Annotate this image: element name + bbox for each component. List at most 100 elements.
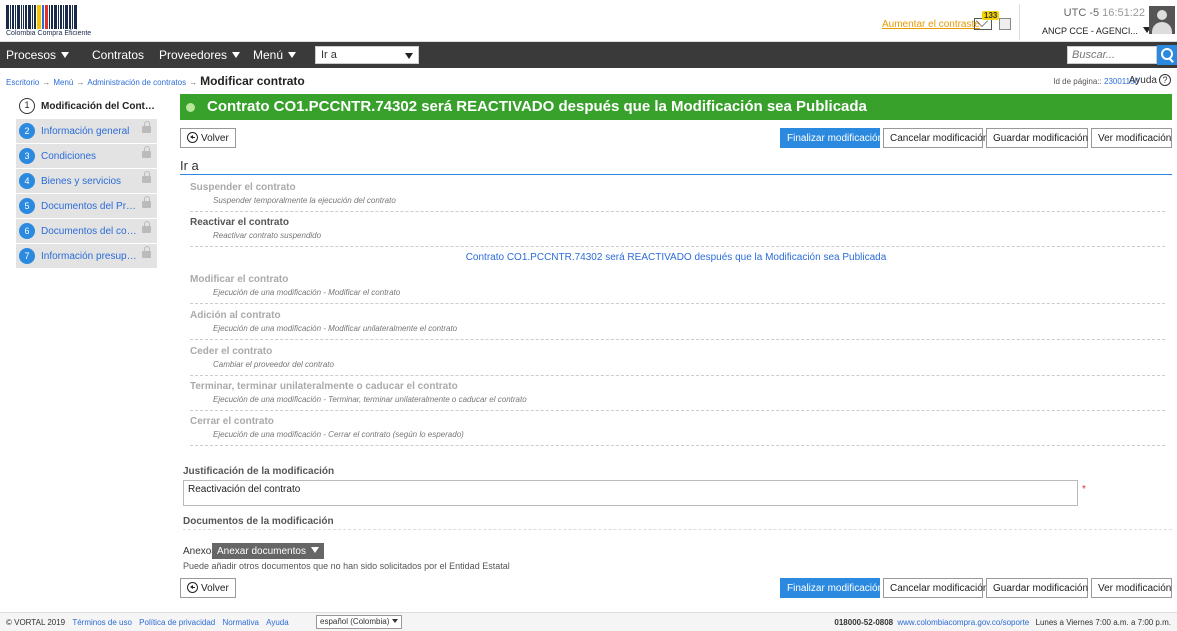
nav-contratos[interactable]: Contratos xyxy=(92,48,144,62)
step-label: Información presupuestal xyxy=(41,250,137,262)
user-box: UTC -5 16:51:22 ANCP CCE - AGENCI... xyxy=(1019,4,1177,40)
action-reactivar[interactable]: Reactivar el contrato Reactivar contrato… xyxy=(190,217,1165,247)
save-button[interactable]: Guardar modificación xyxy=(986,128,1088,148)
language-select[interactable]: español (Colombia) xyxy=(316,615,403,629)
attach-documents-button[interactable]: Anexar documentos xyxy=(212,543,324,559)
action-adicion: Adición al contrato Ejecución de una mod… xyxy=(190,310,1165,340)
footer: © VORTAL 2019 Términos de uso Política d… xyxy=(0,612,1177,631)
nav-procesos[interactable]: Procesos xyxy=(6,48,70,62)
arrow-right-icon: → xyxy=(76,78,85,87)
step-number: 2 xyxy=(19,123,35,139)
cancel-button-bottom[interactable]: Cancelar modificación xyxy=(883,578,988,598)
footer-normativa-link[interactable]: Normativa xyxy=(222,618,258,627)
copyright: © VORTAL 2019 xyxy=(6,618,66,627)
chevron-down-icon xyxy=(61,52,70,58)
action-title: Cerrar el contrato xyxy=(190,416,274,427)
chevron-down-icon xyxy=(310,546,319,553)
search-input[interactable] xyxy=(1067,46,1157,64)
back-arrow-icon xyxy=(187,582,198,593)
avatar[interactable] xyxy=(1149,6,1175,34)
save-button-bottom[interactable]: Guardar modificación xyxy=(986,578,1088,598)
check-circle-icon xyxy=(186,103,195,112)
view-button[interactable]: Ver modificación xyxy=(1091,128,1172,148)
chevron-down-icon xyxy=(392,619,399,623)
lock-icon xyxy=(142,146,151,158)
action-suspender: Suspender el contrato Suspender temporal… xyxy=(190,182,1165,212)
anexos-hint: Puede añadir otros documentos que no han… xyxy=(183,561,510,571)
justification-textarea[interactable]: Reactivación del contrato xyxy=(183,480,1078,506)
step-informacion-general[interactable]: 2 Información general xyxy=(16,119,157,143)
divider xyxy=(183,529,1172,530)
lock-icon xyxy=(142,171,151,183)
increase-contrast-link[interactable]: Aumentar el contraste xyxy=(882,19,980,30)
action-title: Suspender el contrato xyxy=(190,182,296,193)
action-desc: Ejecución de una modificación - Modifica… xyxy=(213,324,458,333)
action-title: Terminar, terminar unilateralmente o cad… xyxy=(190,381,458,392)
lock-icon xyxy=(142,121,151,133)
messages-button[interactable]: 133 xyxy=(974,11,1000,30)
breadcrumb-escritorio[interactable]: Escritorio xyxy=(6,78,39,87)
page-id: Id de página:: 23001150 xyxy=(1053,77,1139,86)
wizard-steps: 1 Modificación del Contrato 2 Informació… xyxy=(16,94,157,269)
step-number: 1 xyxy=(19,98,35,114)
chevron-down-icon xyxy=(405,53,413,59)
account-menu[interactable]: ANCP CCE - AGENCI... xyxy=(1042,26,1151,36)
lock-icon xyxy=(142,246,151,258)
action-desc: Ejecución de una modificación - Terminar… xyxy=(213,395,527,404)
status-banner: Contrato CO1.PCCNTR.74302 será REACTIVAD… xyxy=(180,94,1172,120)
step-label: Documentos del contrato xyxy=(41,225,137,237)
view-button-bottom[interactable]: Ver modificación xyxy=(1091,578,1172,598)
search-icon[interactable] xyxy=(1157,45,1177,65)
chevron-down-icon xyxy=(232,52,241,58)
mail-count-badge: 133 xyxy=(982,11,1000,20)
step-bienes-servicios[interactable]: 4 Bienes y servicios xyxy=(16,169,157,193)
finalize-button-bottom[interactable]: Finalizar modificación xyxy=(780,578,883,598)
finalize-button[interactable]: Finalizar modificación xyxy=(780,128,883,148)
action-desc: Ejecución de una modificación - Modifica… xyxy=(213,288,401,297)
step-number: 6 xyxy=(19,223,35,239)
action-title: Adición al contrato xyxy=(190,310,281,321)
support-hours: Lunes a Viernes 7:00 a.m. a 7:00 p.m. xyxy=(1035,618,1172,627)
logo-text: Colombia Compra Eficiente xyxy=(6,30,92,37)
breadcrumb-menu[interactable]: Menú xyxy=(53,78,73,87)
support-phone: 018000-52-0808 xyxy=(834,618,894,627)
footer-terms-link[interactable]: Términos de uso xyxy=(72,618,132,627)
action-title: Modificar el contrato xyxy=(190,274,289,285)
required-mark: * xyxy=(1082,484,1086,495)
nav-menu[interactable]: Menú xyxy=(253,48,297,62)
back-button-bottom[interactable]: Volver xyxy=(180,578,236,598)
help-link[interactable]: Ayuda? xyxy=(1129,74,1171,86)
back-arrow-icon xyxy=(187,132,198,143)
action-cerrar: Cerrar el contrato Ejecución de una modi… xyxy=(190,416,1165,446)
breadcrumb-admin-contratos[interactable]: Administración de contratos xyxy=(87,78,186,87)
lock-icon xyxy=(142,221,151,233)
step-label: Información general xyxy=(41,125,130,137)
footer-privacy-link[interactable]: Política de privacidad xyxy=(139,618,215,627)
footer-help-link[interactable]: Ayuda xyxy=(266,618,289,627)
step-documentos-proveedor[interactable]: 5 Documentos del Proveedor xyxy=(16,194,157,218)
utc-clock: UTC -5 16:51:22 xyxy=(1063,7,1145,19)
notifications-icon[interactable] xyxy=(999,18,1011,30)
justification-title: Justificación de la modificación xyxy=(183,466,335,477)
chevron-down-icon xyxy=(288,52,297,58)
step-modificacion[interactable]: 1 Modificación del Contrato xyxy=(16,94,157,118)
nav-proveedores[interactable]: Proveedores xyxy=(159,48,241,62)
step-condiciones[interactable]: 3 Condiciones xyxy=(16,144,157,168)
arrow-right-icon: → xyxy=(189,78,198,87)
goto-select[interactable]: Ir a xyxy=(315,46,419,64)
back-button[interactable]: Volver xyxy=(180,128,236,148)
action-terminar: Terminar, terminar unilateralmente o cad… xyxy=(190,381,1165,411)
arrow-right-icon: → xyxy=(42,78,51,87)
action-ceder: Ceder el contrato Cambiar el proveedor d… xyxy=(190,346,1165,376)
action-desc: Reactivar contrato suspendido xyxy=(213,231,322,240)
documents-title: Documentos de la modificación xyxy=(183,516,334,527)
cancel-button[interactable]: Cancelar modificación xyxy=(883,128,988,148)
colombia-compra-logo[interactable]: Colombia Compra Eficiente xyxy=(6,5,106,37)
step-informacion-presupuestal[interactable]: 7 Información presupuestal xyxy=(16,244,157,268)
barcode-logo-icon xyxy=(6,5,106,29)
action-desc: Cambiar el proveedor del contrato xyxy=(213,360,334,369)
step-documentos-contrato[interactable]: 6 Documentos del contrato xyxy=(16,219,157,243)
step-label: Documentos del Proveedor xyxy=(41,200,137,212)
top-header: Colombia Compra Eficiente Aumentar el co… xyxy=(0,0,1177,42)
support-link[interactable]: www.colombiacompra.gov.co/soporte xyxy=(897,618,1029,627)
